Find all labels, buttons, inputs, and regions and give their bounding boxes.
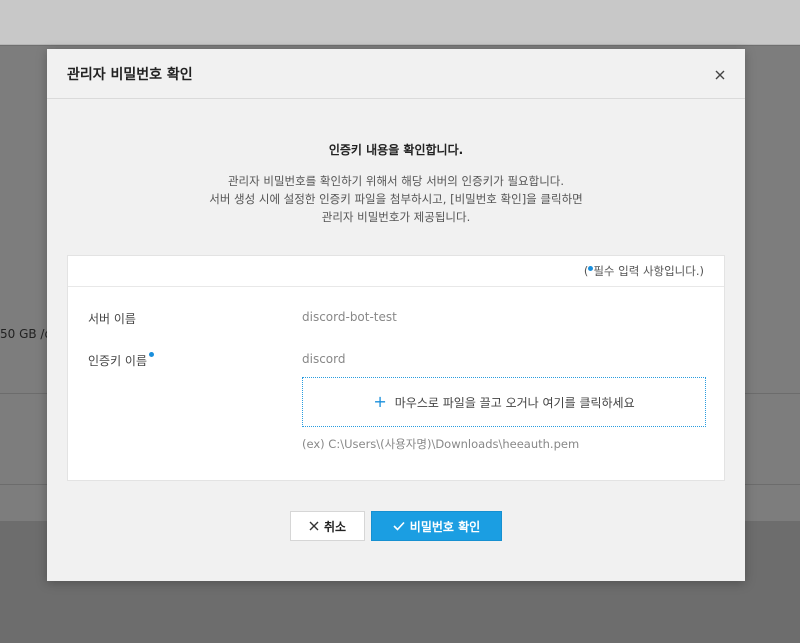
dialog-header: 관리자 비밀번호 확인 bbox=[47, 49, 745, 99]
background-header bbox=[0, 0, 800, 45]
file-path-hint: (ex) C:\Users\(사용자명)\Downloads\heeauth.p… bbox=[302, 437, 580, 451]
dialog-title: 관리자 비밀번호 확인 bbox=[67, 67, 193, 83]
close-button[interactable] bbox=[713, 67, 727, 81]
form-card: (필수 입력 사항입니다.) 서버 이름 discord-bot-test 인증… bbox=[67, 255, 725, 481]
check-icon bbox=[393, 521, 405, 531]
intro-line: 서버 생성 시에 설정한 인증키 파일을 첨부하시고, [비밀번호 확인]을 클… bbox=[209, 192, 583, 206]
confirm-password-button[interactable]: 비밀번호 확인 bbox=[371, 511, 502, 541]
file-upload-dropzone[interactable]: + 마우스로 파일을 끌고 오거나 여기를 클릭하세요 bbox=[302, 377, 706, 427]
server-name-value: discord-bot-test bbox=[302, 310, 397, 324]
intro-line: 관리자 비밀번호를 확인하기 위해서 해당 서버의 인증키가 필요합니다. bbox=[227, 174, 565, 188]
intro-description: 관리자 비밀번호를 확인하기 위해서 해당 서버의 인증키가 필요합니다. 서버… bbox=[47, 172, 745, 226]
admin-password-dialog: 관리자 비밀번호 확인 인증키 내용을 확인합니다. 관리자 비밀번호를 확인하… bbox=[47, 49, 745, 581]
required-note: (필수 입력 사항입니다.) bbox=[583, 264, 704, 278]
close-icon bbox=[309, 521, 319, 531]
auth-key-label: 인증키 이름 bbox=[88, 352, 155, 369]
plus-icon: + bbox=[373, 392, 387, 411]
required-dot-icon bbox=[149, 352, 155, 357]
intro-line: 관리자 비밀번호가 제공됩니다. bbox=[321, 210, 471, 224]
upload-text: 마우스로 파일을 끌고 오거나 여기를 클릭하세요 bbox=[394, 395, 635, 410]
cancel-label: 취소 bbox=[323, 519, 347, 534]
confirm-label: 비밀번호 확인 bbox=[409, 519, 481, 534]
auth-key-value: discord bbox=[302, 352, 346, 366]
close-icon bbox=[715, 70, 725, 80]
cancel-button[interactable]: 취소 bbox=[290, 511, 365, 541]
server-name-label: 서버 이름 bbox=[88, 312, 136, 326]
intro-title: 인증키 내용을 확인합니다. bbox=[328, 143, 464, 157]
card-divider bbox=[68, 286, 724, 287]
